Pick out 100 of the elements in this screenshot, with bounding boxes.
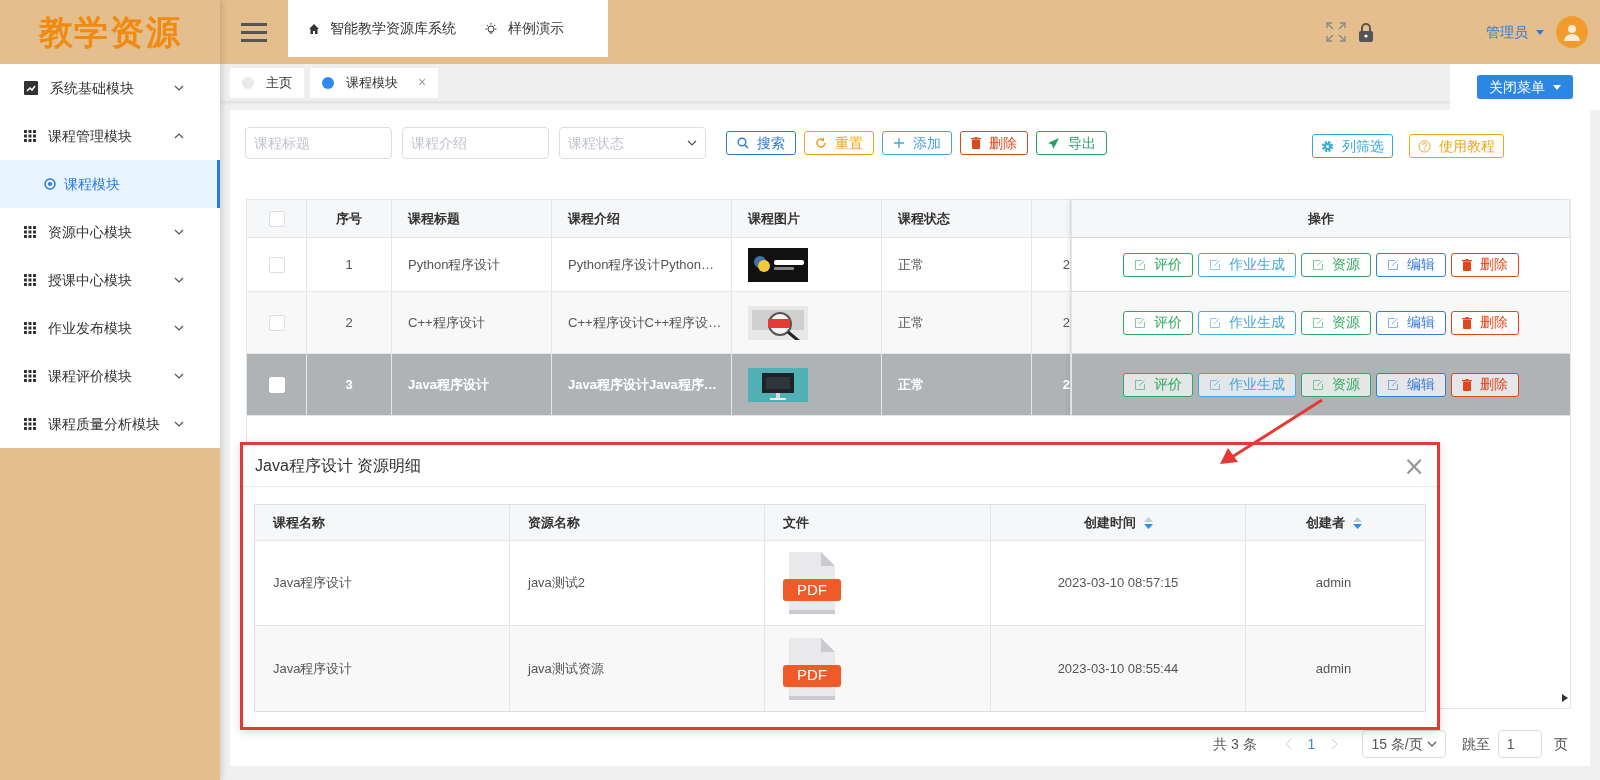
column-header: 课程状态 — [898, 209, 950, 228]
edit-icon — [1134, 258, 1146, 271]
chevron-down-icon[interactable] — [174, 229, 184, 235]
sidebar-item[interactable]: 系统基础模块 — [0, 64, 220, 112]
edit-icon — [1209, 378, 1221, 391]
button[interactable]: 编辑 — [1376, 252, 1446, 277]
table-row[interactable]: 1 Python程序设计 Python程序设计Python… 正常 2 评价 作业生成 资源 编辑 删除 — [247, 238, 1570, 292]
breadcrumb-link[interactable]: 智能教学资源库系统 — [330, 18, 456, 39]
button[interactable]: 删除 — [1451, 252, 1519, 277]
close-icon[interactable]: × — [1403, 452, 1425, 479]
page-link[interactable]: 1 — [1307, 733, 1316, 755]
table-cell-text: admin — [1315, 659, 1352, 678]
column-header: 课程名称 — [273, 513, 325, 532]
table-cell-text: Python程序设计Python… — [568, 255, 714, 274]
button[interactable]: 评价 — [1123, 252, 1193, 277]
button[interactable]: 列筛选 — [1312, 134, 1393, 158]
sidebar-item[interactable]: 作业发布模块 — [0, 304, 220, 352]
table-cell-text: java测试2 — [528, 574, 586, 593]
button[interactable]: 作业生成 — [1198, 252, 1296, 277]
sidebar-item[interactable]: 课程模块 — [0, 160, 220, 208]
question-icon — [1418, 139, 1431, 153]
chevron-down-icon[interactable] — [174, 421, 184, 427]
button[interactable]: 编辑 — [1376, 310, 1446, 335]
button[interactable]: 使用教程 — [1409, 134, 1504, 158]
chevron-left-icon[interactable] — [1284, 738, 1292, 750]
edit-icon — [1387, 316, 1399, 329]
chevron-down-icon[interactable] — [174, 277, 184, 283]
add-button[interactable]: 添加 — [882, 131, 952, 155]
user-menu[interactable]: 管理员 — [1486, 21, 1544, 43]
sidebar-item[interactable]: 资源中心模块 — [0, 208, 220, 256]
table-cell-text: 2 — [1062, 255, 1070, 274]
chevron-down-icon[interactable] — [174, 373, 184, 379]
reset-button[interactable]: 重置 — [804, 131, 874, 155]
checkbox[interactable] — [268, 210, 285, 227]
dialog-title: Java程序设计 资源明细 — [255, 455, 422, 476]
page-input[interactable]: 1 — [1497, 730, 1542, 758]
trash-icon — [971, 137, 981, 149]
sidebar-item[interactable]: 课程评价模块 — [0, 352, 220, 400]
page-label: 页 — [1553, 734, 1568, 754]
total-count: 共 3 条 — [1213, 734, 1257, 754]
fullscreen-icon[interactable] — [1326, 22, 1346, 42]
close-icon[interactable]: × — [418, 72, 427, 93]
table-cell-text: 1 — [345, 255, 353, 274]
table-row[interactable]: 3 Java程序设计 Java程序设计Java程序… 正常 2 评价 作业生成 资源 编辑 删除 — [247, 354, 1570, 416]
table-row[interactable]: 2 C++程序设计 C++程序设计C++程序设… 正常 2 评价 作业生成 资源 编辑 删除 — [247, 292, 1570, 354]
button[interactable]: 删除 — [1451, 372, 1519, 397]
chevron-down-icon[interactable] — [174, 85, 184, 91]
page-size-select[interactable]: 15 条/页 — [1362, 730, 1446, 758]
close-menu-button[interactable]: 关闭菜单 — [1477, 75, 1573, 99]
lock-icon[interactable] — [1358, 22, 1374, 42]
checkbox[interactable] — [268, 256, 285, 273]
edit-icon — [1312, 378, 1324, 391]
chevron-up-icon[interactable] — [174, 133, 184, 139]
sidebar-item[interactable]: 授课中心模块 — [0, 256, 220, 304]
home-icon — [308, 22, 320, 35]
button[interactable]: 资源 — [1301, 310, 1371, 335]
edit-icon — [1312, 316, 1324, 329]
button[interactable]: 编辑 — [1376, 372, 1446, 397]
sidebar-item[interactable]: 课程质量分析模块 — [0, 400, 220, 448]
table-cell-text: Python程序设计 — [408, 255, 501, 274]
breadcrumb-link[interactable]: 样例演示 — [508, 18, 564, 39]
input-field[interactable]: 课程标题 — [245, 127, 392, 159]
button[interactable]: 评价 — [1123, 310, 1193, 335]
search-icon — [737, 137, 749, 149]
search-button[interactable]: 搜索 — [726, 131, 796, 155]
edit-icon — [1387, 258, 1399, 271]
edit-icon — [1387, 378, 1399, 391]
caret-down-icon[interactable] — [1536, 29, 1544, 35]
lightbulb-icon — [484, 21, 498, 36]
sidebar-item[interactable]: 课程管理模块 — [0, 112, 220, 160]
table-cell-text: C++程序设计C++程序设… — [568, 313, 722, 332]
button[interactable]: 资源 — [1301, 372, 1371, 397]
chart-icon — [24, 81, 38, 95]
checkbox[interactable] — [268, 314, 285, 331]
table-cell-text: Java程序设计Java程序… — [568, 375, 717, 394]
scroll-right-icon[interactable] — [1562, 694, 1568, 702]
delete-button[interactable]: 删除 — [960, 131, 1028, 155]
table-cell-text: java测试资源 — [528, 659, 604, 678]
chevron-down-icon[interactable] — [174, 325, 184, 331]
button[interactable]: 作业生成 — [1198, 372, 1296, 397]
column-header: 课程介绍 — [568, 209, 620, 228]
button[interactable]: 评价 — [1123, 372, 1193, 397]
button[interactable]: 删除 — [1451, 310, 1519, 335]
grid-icon — [24, 322, 36, 334]
tab[interactable]: 课程模块 × — [310, 67, 439, 98]
trash-icon — [1462, 378, 1472, 391]
caret-down-icon — [1553, 84, 1561, 90]
edit-icon — [1134, 316, 1146, 329]
input-field[interactable]: 课程介绍 — [402, 127, 549, 159]
grid-icon — [24, 130, 36, 142]
edit-icon — [1209, 316, 1221, 329]
sort-icon[interactable] — [1143, 516, 1153, 529]
column-header: 操作 — [1307, 209, 1334, 228]
export-button[interactable]: 导出 — [1036, 131, 1107, 155]
sort-icon[interactable] — [1352, 516, 1362, 529]
button[interactable]: 资源 — [1301, 252, 1371, 277]
button[interactable]: 作业生成 — [1198, 310, 1296, 335]
tab[interactable]: 主页 — [230, 67, 304, 98]
chevron-right-icon[interactable] — [1331, 738, 1339, 750]
avatar[interactable] — [1556, 16, 1588, 48]
